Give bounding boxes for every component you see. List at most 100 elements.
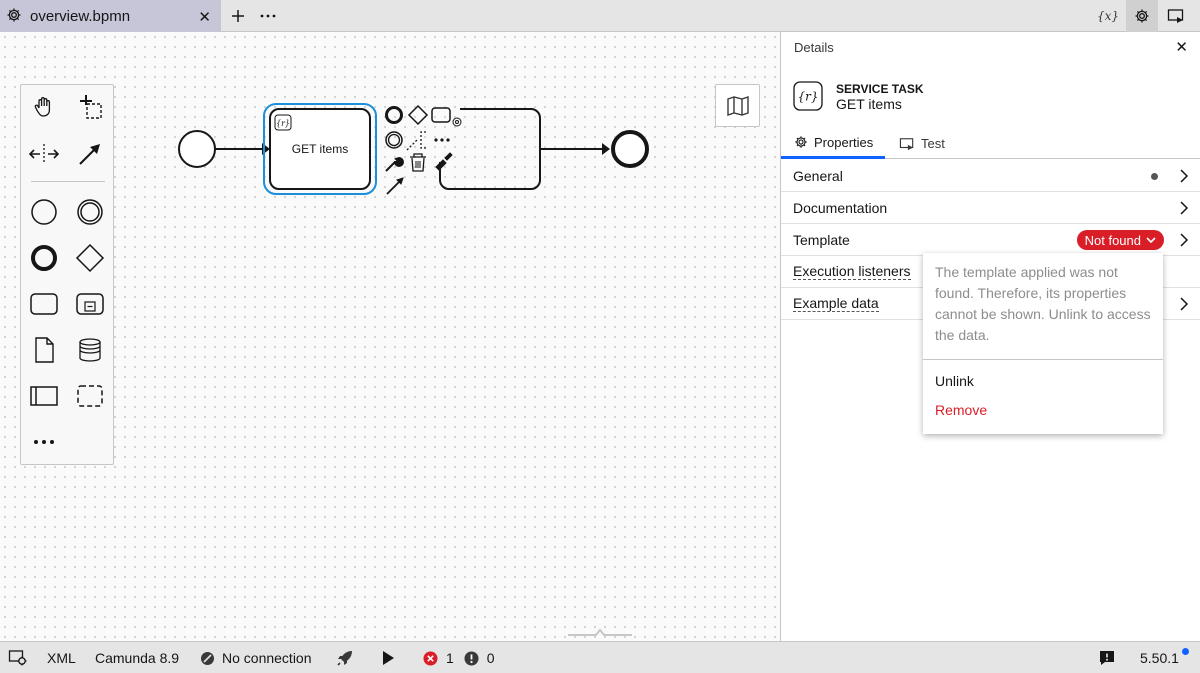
connection-status-button[interactable]: No connection	[200, 642, 312, 673]
more-options-icon[interactable]	[434, 138, 450, 142]
palette-separator	[31, 181, 105, 182]
tab-bar: overview.bpmn ✕ {x}	[0, 0, 1200, 32]
context-pad	[385, 104, 462, 195]
problems-button[interactable]: 1 0	[423, 642, 495, 673]
intermediate-event-tool-icon[interactable]	[72, 194, 108, 230]
bpmn-diagram: {r} GET items	[178, 103, 649, 636]
status-bar: XML Camunda 8.9 No connection 1 0 5.50.1	[0, 641, 1200, 673]
test-panel-toggle[interactable]	[1160, 0, 1192, 32]
connect-arrow-icon[interactable]	[386, 177, 404, 195]
element-type-label: SERVICE TASK	[836, 82, 924, 96]
append-service-gear-icon[interactable]	[452, 117, 462, 127]
data-store-tool-icon[interactable]	[72, 332, 108, 368]
data-indicator-dot	[1151, 173, 1158, 180]
xml-view-button[interactable]: XML	[47, 642, 76, 673]
error-count: 1	[446, 650, 454, 666]
append-task-icon[interactable]	[431, 107, 451, 123]
chevron-right-icon	[1177, 200, 1191, 219]
chevron-right-icon	[1177, 168, 1191, 187]
text-annotation-icon[interactable]	[406, 131, 426, 151]
svg-text:{r}: {r}	[797, 90, 818, 104]
tab-overview[interactable]: overview.bpmn ✕	[0, 0, 221, 32]
popup-message: The template applied was not found. Ther…	[935, 264, 1151, 343]
panel-title: Details	[794, 40, 834, 55]
screen-play-icon	[1167, 9, 1184, 23]
element-name: GET items	[836, 96, 902, 112]
tab-test[interactable]: Test	[899, 128, 945, 159]
palette	[20, 84, 114, 465]
tab-properties-label: Properties	[814, 134, 874, 150]
append-gateway-icon[interactable]	[407, 104, 429, 126]
properties-panel-toggle[interactable]	[1126, 0, 1158, 32]
template-status-text: Not found	[1084, 232, 1141, 248]
service-task-icon: {r}	[793, 81, 823, 111]
warning-icon	[464, 651, 479, 665]
group-example-data-label: Example data	[793, 295, 879, 312]
group-general-label: General	[793, 167, 843, 184]
group-documentation-label: Documentation	[793, 199, 888, 216]
space-tool-icon[interactable]	[26, 136, 62, 172]
update-indicator-dot	[1182, 648, 1189, 655]
feedback-icon[interactable]	[1099, 642, 1115, 673]
more-tabs-button[interactable]	[256, 4, 280, 28]
append-end-event-icon[interactable]	[385, 106, 403, 124]
group-template-label: Template	[793, 231, 850, 248]
gear-icon	[1135, 9, 1149, 23]
map-icon	[726, 95, 749, 116]
popup-divider	[923, 359, 1163, 360]
global-connect-tool-icon[interactable]	[72, 136, 108, 172]
gear-icon	[794, 135, 808, 149]
tab-test-label: Test	[921, 136, 945, 151]
panel-tabs: Properties Test	[781, 128, 1200, 159]
panel-resize-handle[interactable]	[568, 628, 632, 636]
pool-tool-icon[interactable]	[26, 378, 62, 414]
chevron-down-icon	[1146, 237, 1156, 244]
close-tab-icon[interactable]: ✕	[198, 8, 211, 26]
error-icon	[423, 651, 438, 665]
deploy-rocket-icon[interactable]	[335, 642, 355, 673]
group-tool-icon[interactable]	[72, 378, 108, 414]
screen-play-icon	[899, 137, 915, 151]
delete-trash-icon[interactable]	[410, 153, 426, 172]
following-task[interactable]	[439, 108, 541, 190]
warning-count: 0	[486, 650, 495, 666]
change-type-wrench-icon[interactable]	[385, 156, 404, 172]
gateway-tool-icon[interactable]	[72, 240, 108, 276]
chevron-right-icon	[1177, 296, 1191, 315]
group-documentation[interactable]: Documentation	[781, 192, 1200, 224]
lasso-tool-icon[interactable]	[72, 89, 108, 125]
group-execution-listeners-label: Execution listeners	[793, 263, 911, 280]
gear-icon	[6, 7, 22, 26]
group-template[interactable]: Template Not found	[781, 224, 1200, 256]
tab-properties[interactable]: Properties	[781, 128, 886, 159]
end-event[interactable]	[611, 130, 649, 168]
hand-tool-icon[interactable]	[26, 89, 62, 125]
task-tool-icon[interactable]	[26, 286, 62, 322]
start-event-tool-icon[interactable]	[26, 194, 62, 230]
start-event[interactable]	[178, 130, 216, 168]
engine-version-button[interactable]: Camunda 8.9	[95, 642, 179, 673]
group-general[interactable]: General	[781, 160, 1200, 192]
template-not-found-badge[interactable]: Not found	[1076, 230, 1164, 250]
color-brush-icon[interactable]	[435, 152, 453, 171]
template-not-found-popup: The template applied was not found. Ther…	[923, 253, 1163, 434]
app-version[interactable]: 5.50.1	[1140, 642, 1179, 673]
subprocess-tool-icon[interactable]	[72, 286, 108, 322]
minimap-toggle-button[interactable]	[715, 84, 760, 127]
bpmn-canvas[interactable]: {r} GET items	[0, 32, 780, 641]
service-task-marker-text: {r}	[276, 119, 290, 128]
end-event-tool-icon[interactable]	[26, 240, 62, 276]
close-panel-icon[interactable]: ✕	[1175, 38, 1188, 56]
no-connection-icon	[201, 651, 214, 665]
run-play-icon[interactable]	[381, 642, 395, 673]
service-task-label: GET items	[292, 142, 348, 156]
data-object-tool-icon[interactable]	[26, 332, 62, 368]
variables-button[interactable]: {x}	[1092, 0, 1124, 32]
chevron-right-icon	[1177, 232, 1191, 251]
unlink-template-button[interactable]: Unlink	[935, 373, 974, 389]
engine-settings-icon[interactable]	[8, 642, 28, 673]
new-tab-button[interactable]	[226, 4, 250, 28]
more-elements-icon[interactable]	[26, 424, 62, 460]
tab-title: overview.bpmn	[30, 7, 131, 25]
remove-template-button[interactable]: Remove	[935, 402, 987, 418]
